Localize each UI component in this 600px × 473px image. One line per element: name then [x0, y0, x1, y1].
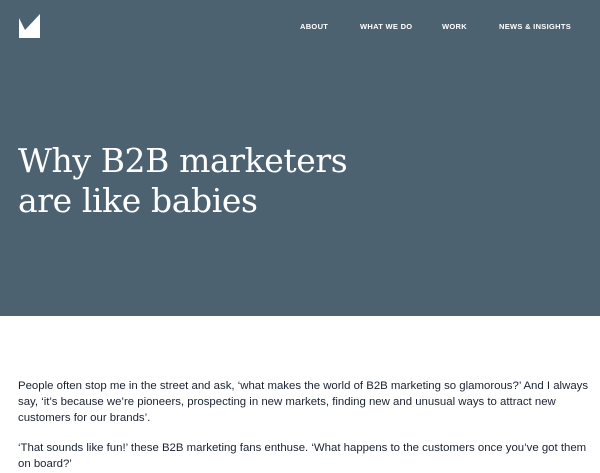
article-paragraph: ‘That sounds like fun!’ these B2B market… [18, 442, 587, 470]
main-nav: ABOUT WHAT WE DO WORK NEWS & INSIGHTS [0, 21, 600, 33]
article-body: People often stop me in the street and a… [18, 378, 593, 473]
nav-work[interactable]: WORK [442, 21, 467, 33]
article-paragraph: People often stop me in the street and a… [18, 380, 589, 424]
page: ABOUT WHAT WE DO WORK NEWS & INSIGHTS Wh… [0, 0, 600, 473]
nav-news-insights[interactable]: NEWS & INSIGHTS [499, 21, 571, 33]
nav-about[interactable]: ABOUT [300, 21, 328, 33]
nav-what-we-do[interactable]: WHAT WE DO [360, 21, 412, 33]
page-title-line-2: are like babies [18, 181, 258, 220]
hero-banner: ABOUT WHAT WE DO WORK NEWS & INSIGHTS Wh… [0, 0, 600, 316]
page-title: Why B2B marketers are like babies [18, 141, 438, 221]
page-title-line-1: Why B2B marketers [18, 141, 348, 180]
